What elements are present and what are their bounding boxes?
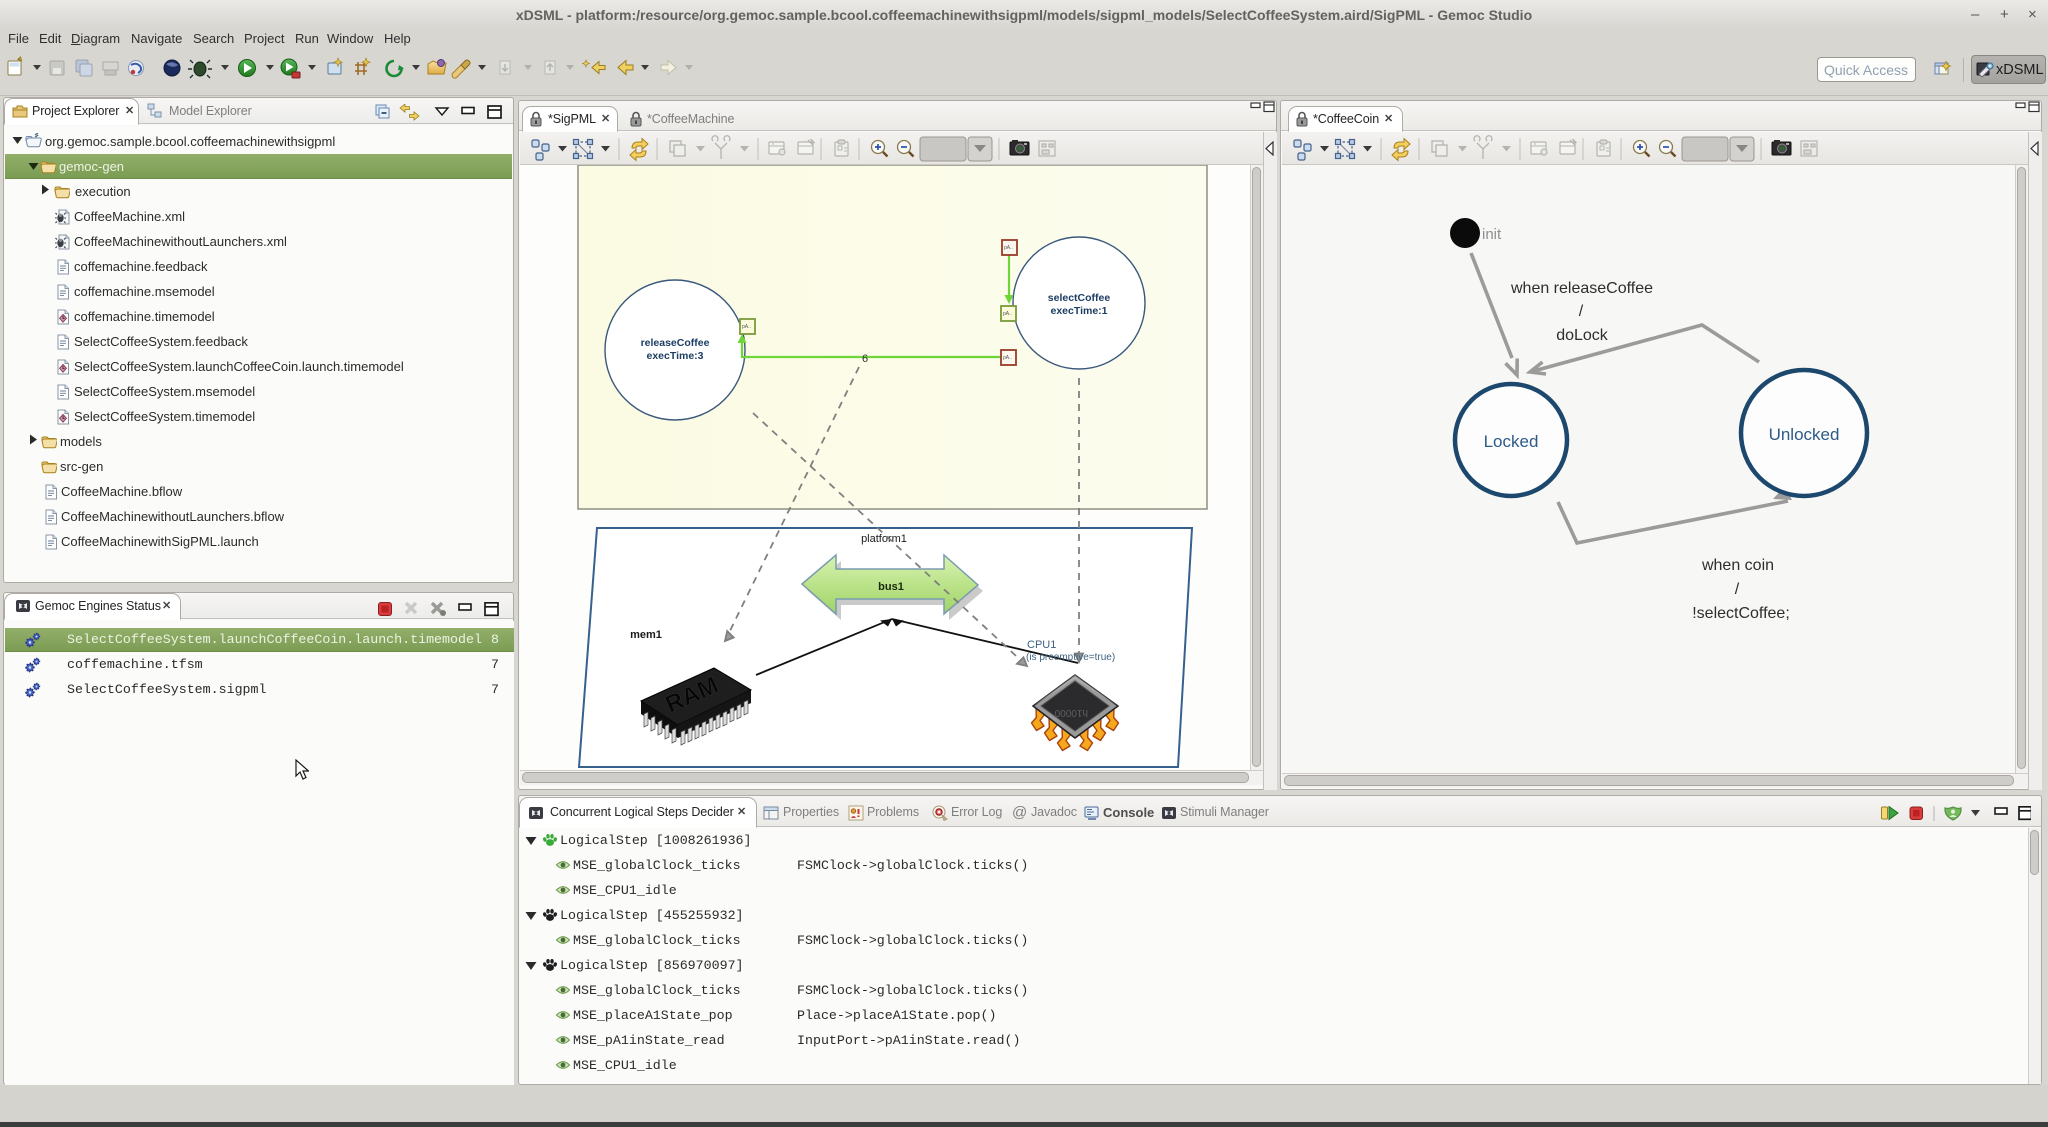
svg-text:CPU1: CPU1 bbox=[1027, 639, 1056, 651]
svg-text:pA..: pA.. bbox=[1003, 311, 1012, 317]
svg-text:pA..: pA.. bbox=[1003, 355, 1012, 361]
svg-text:execTime:3: execTime:3 bbox=[646, 350, 703, 362]
svg-text:platform1: platform1 bbox=[861, 533, 907, 545]
svg-text:/: / bbox=[1579, 303, 1584, 320]
svg-text:when coin: when coin bbox=[1701, 557, 1774, 574]
svg-text:execTime:1: execTime:1 bbox=[1050, 305, 1107, 317]
svg-text:bus1: bus1 bbox=[878, 581, 904, 593]
svg-text:when releaseCoffee: when releaseCoffee bbox=[1510, 280, 1653, 297]
svg-text:mem1: mem1 bbox=[630, 629, 662, 641]
svg-text:selectCoffee: selectCoffee bbox=[1048, 292, 1111, 304]
svg-text:h10000: h10000 bbox=[1054, 707, 1088, 718]
svg-text:/: / bbox=[1735, 581, 1740, 598]
svg-text:pA..: pA.. bbox=[1004, 245, 1013, 251]
svg-text:!selectCoffee;: !selectCoffee; bbox=[1692, 605, 1790, 622]
svg-text:Locked: Locked bbox=[1484, 432, 1539, 451]
svg-text:releaseCoffee: releaseCoffee bbox=[641, 337, 710, 349]
svg-text:pA..: pA.. bbox=[742, 324, 751, 330]
svg-text:doLock: doLock bbox=[1556, 327, 1609, 344]
svg-text:init: init bbox=[1482, 226, 1502, 243]
svg-text:(is preemptive=true): (is preemptive=true) bbox=[1026, 652, 1115, 663]
svg-text:Unlocked: Unlocked bbox=[1769, 425, 1840, 444]
svg-text:6: 6 bbox=[862, 353, 868, 365]
